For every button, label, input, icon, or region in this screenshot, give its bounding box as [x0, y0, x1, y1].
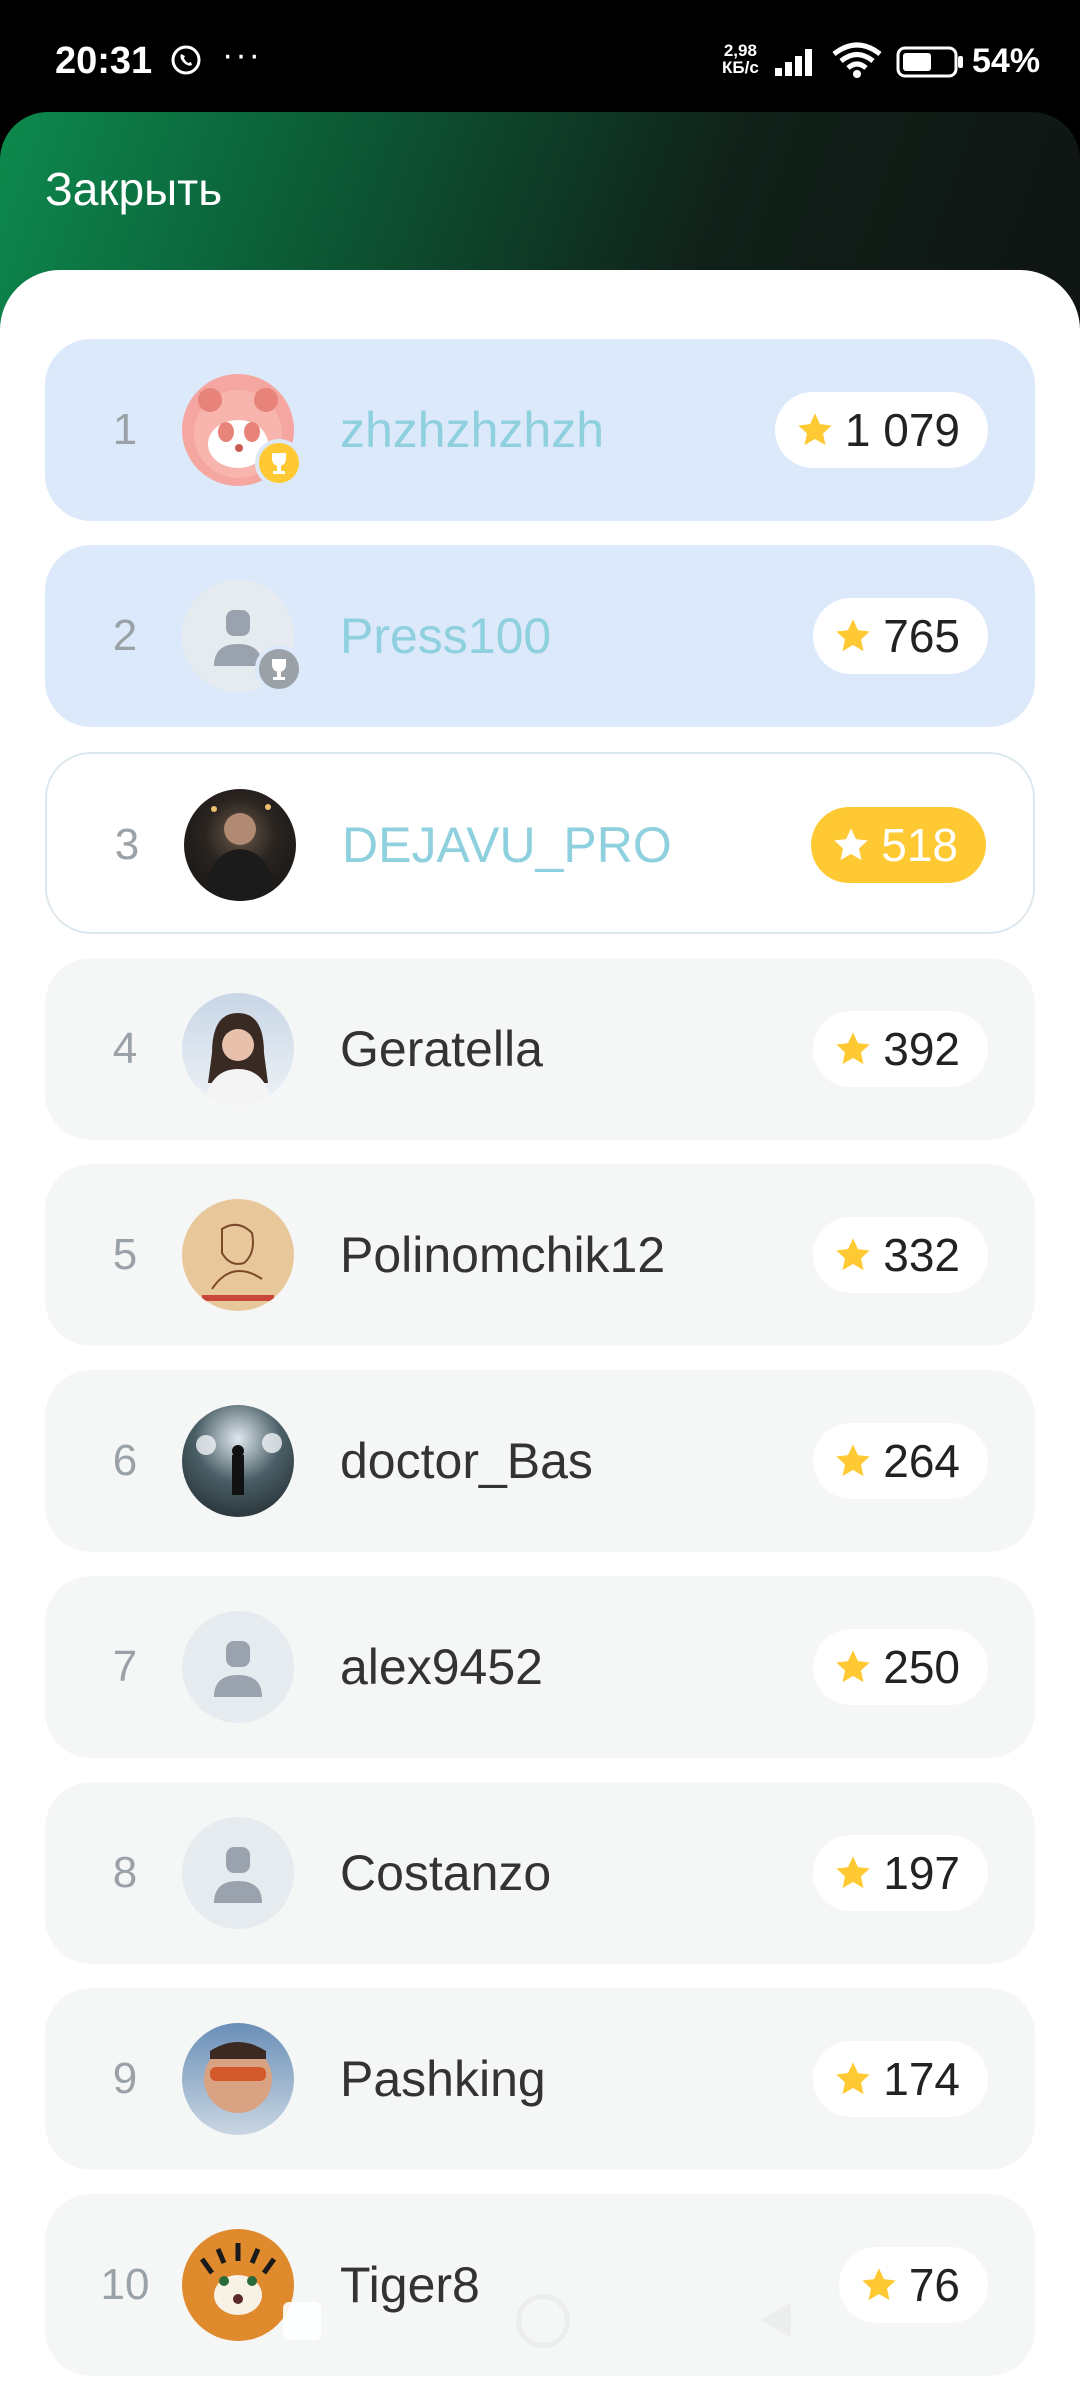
gold-trophy-icon	[255, 439, 303, 487]
username: Geratella	[340, 1021, 543, 1077]
star-icon	[836, 2062, 870, 2095]
username: zhzhzhzhzh	[340, 402, 605, 458]
photo-avatar	[182, 2023, 294, 2135]
rank-number: 5	[112, 1230, 138, 1279]
username: DEJAVU_PRO	[342, 817, 672, 873]
star-icon	[836, 1856, 870, 1889]
network-speed-unit: КБ/с	[722, 58, 759, 77]
rank-number: 8	[112, 1848, 138, 1897]
close-button[interactable]: Закрыть	[45, 162, 222, 216]
username: Press100	[340, 608, 552, 664]
score-badge: 392	[813, 1011, 988, 1087]
status-bar: 20:31 ··· 2,98 КБ/с 54%	[0, 0, 1080, 112]
score-badge: 332	[813, 1217, 988, 1293]
drawing-avatar	[182, 1199, 294, 1311]
leaderboard-row[interactable]: 2 Press100 765	[45, 545, 1035, 727]
leaderboard-row[interactable]: 1 zhzhzhzhzh 1 079	[45, 339, 1035, 521]
status-time: 20:31	[55, 40, 153, 82]
rank-number: 9	[112, 2054, 138, 2103]
leaderboard-sheet: 1 zhzhzhzhzh 1 079 2 Press100 765 3 DEJA…	[0, 270, 1080, 2392]
photo-avatar	[184, 789, 296, 901]
leaderboard-row[interactable]: 8 Costanzo 197	[45, 1782, 1035, 1964]
leaderboard-row[interactable]: 9 Pashking 174	[45, 1988, 1035, 2170]
battery-percent: 54%	[972, 42, 1041, 80]
battery-icon	[896, 46, 963, 78]
rank-number: 7	[112, 1642, 138, 1691]
wifi-icon	[832, 42, 882, 78]
star-icon	[836, 1444, 870, 1477]
score-value: 250	[883, 1641, 960, 1693]
leaderboard-row[interactable]: 5 Polinomchik12 332	[45, 1164, 1035, 1346]
rank-number: 2	[112, 611, 138, 660]
score-value: 264	[883, 1435, 960, 1487]
network-speed-value: 2,98	[723, 41, 757, 60]
username: alex9452	[340, 1639, 543, 1695]
leaderboard-row-current-user[interactable]: 3 DEJAVU_PRO 518	[45, 752, 1035, 934]
star-icon	[836, 1650, 870, 1683]
star-icon	[798, 413, 832, 446]
leaderboard-row[interactable]: 7 alex9452 250	[45, 1576, 1035, 1758]
star-icon	[836, 619, 870, 652]
score-badge: 765	[813, 598, 988, 674]
score-badge: 250	[813, 1629, 988, 1705]
leaderboard-row[interactable]: 4 Geratella 392	[45, 958, 1035, 1140]
score-value: 332	[883, 1229, 960, 1281]
nav-recents-button[interactable]	[283, 2302, 321, 2340]
signal-icon	[775, 49, 812, 76]
score-badge: 174	[813, 2041, 988, 2117]
score-value: 518	[881, 819, 958, 871]
score-value: 765	[883, 610, 960, 662]
score-badge: 197	[813, 1835, 988, 1911]
username: Tiger8	[340, 2257, 480, 2313]
score-badge: 1 079	[774, 392, 988, 468]
rank-number: 10	[100, 2260, 150, 2309]
score-badge: 518	[811, 807, 986, 883]
star-icon	[836, 1238, 870, 1271]
silver-trophy-icon	[255, 645, 303, 693]
nav-back-button[interactable]	[755, 2298, 795, 2342]
nav-home-button[interactable]	[516, 2294, 570, 2348]
star-icon	[834, 828, 868, 861]
rank-number: 3	[114, 820, 140, 869]
rank-number: 6	[112, 1436, 138, 1485]
photo-avatar	[182, 993, 294, 1105]
star-icon	[836, 1032, 870, 1065]
username: Costanzo	[340, 1845, 552, 1901]
photo-avatar	[182, 1405, 294, 1517]
default-user-avatar	[182, 1817, 294, 1929]
username: Pashking	[340, 2051, 546, 2107]
rank-number: 1	[112, 405, 138, 454]
score-badge: 76	[838, 2247, 988, 2323]
leaderboard-row[interactable]: 6 doctor_Bas 264	[45, 1370, 1035, 1552]
score-badge: 264	[813, 1423, 988, 1499]
score-value: 174	[883, 2053, 960, 2105]
score-value: 197	[883, 1847, 960, 1899]
leaderboard-row[interactable]: 10 Tiger8 76	[45, 2194, 1035, 2376]
score-value: 1 079	[844, 404, 960, 456]
status-more-dots: ···	[222, 36, 262, 74]
score-value: 392	[883, 1023, 960, 1075]
whatsapp-icon	[171, 45, 201, 75]
username: Polinomchik12	[340, 1227, 666, 1283]
rank-number: 4	[112, 1024, 138, 1073]
tiger-avatar	[182, 2229, 294, 2341]
star-icon	[862, 2268, 896, 2301]
username: doctor_Bas	[340, 1433, 593, 1489]
default-user-avatar	[182, 1611, 294, 1723]
score-value: 76	[908, 2259, 960, 2311]
network-speed: 2,98 КБ/с	[722, 42, 759, 76]
